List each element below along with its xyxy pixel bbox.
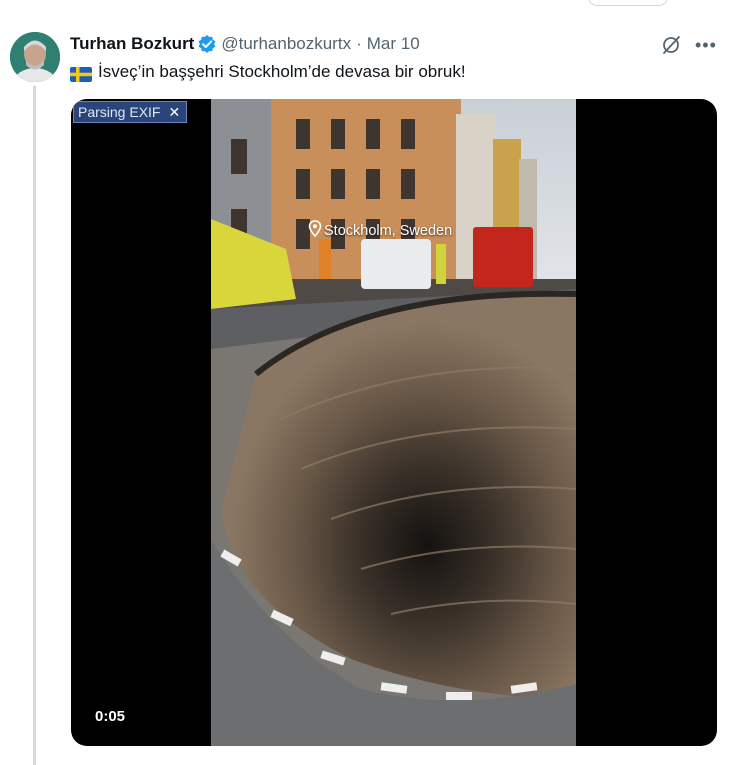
video-frame	[211, 99, 576, 746]
header-actions: •••	[660, 34, 717, 56]
exif-badge: Parsing EXIF ✕	[73, 101, 188, 123]
thread-line	[33, 86, 36, 765]
video-timestamp: 0:05	[95, 708, 126, 725]
verified-badge-icon	[197, 34, 217, 54]
tweet-header: Turhan Bozkurt @turhanbozkurtx · Mar 10	[70, 33, 420, 55]
sweden-flag-icon	[70, 65, 92, 82]
more-options-icon[interactable]: •••	[695, 35, 717, 56]
close-icon[interactable]: ✕	[168, 104, 180, 121]
exif-badge-label: Parsing EXIF	[78, 104, 161, 120]
location-text: Stockholm, Sweden	[324, 222, 453, 239]
author-handle[interactable]: @turhanbozkurtx	[221, 33, 351, 55]
separator-dot: ·	[356, 34, 362, 53]
tweet-text: İsveç’in başşehri Stockholm’de devasa bi…	[70, 60, 466, 84]
video-player[interactable]: Parsing EXIF ✕ Stockholm, Sweden 0:05	[71, 99, 717, 746]
top-button-edge[interactable]	[588, 0, 668, 6]
tweet-date[interactable]: Mar 10	[367, 33, 420, 55]
author-name[interactable]: Turhan Bozkurt	[70, 33, 194, 55]
tweet-body: İsveç’in başşehri Stockholm’de devasa bi…	[98, 62, 466, 81]
avatar[interactable]	[10, 32, 60, 82]
grok-icon[interactable]	[660, 34, 682, 56]
location-pin-icon	[308, 220, 322, 241]
location-overlay: Stockholm, Sweden	[308, 220, 452, 241]
